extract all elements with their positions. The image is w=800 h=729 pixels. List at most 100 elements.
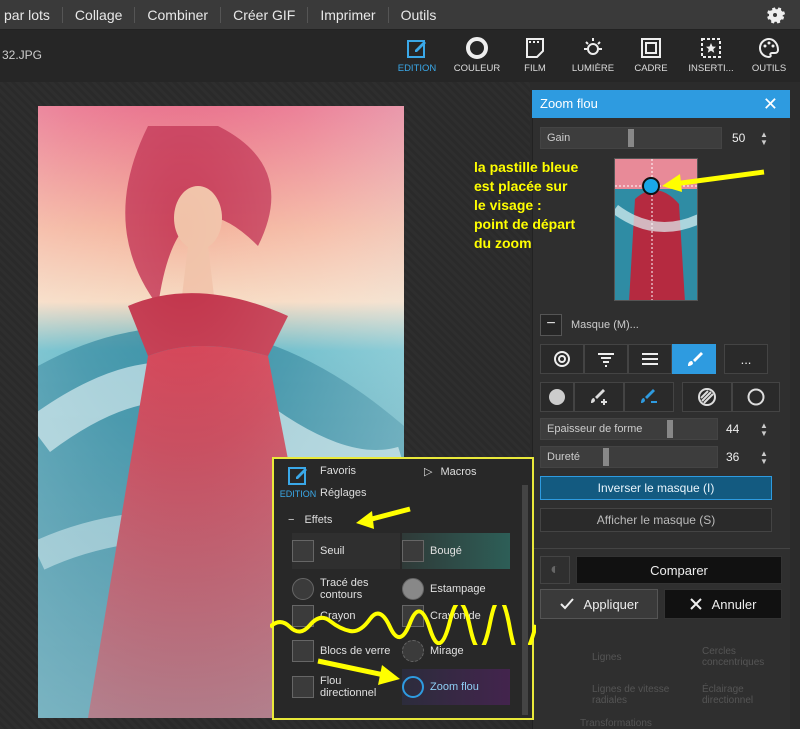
tool-outils[interactable]: OUTILS: [738, 34, 800, 80]
tool-label: INSERTI...: [688, 63, 734, 74]
compare-toggle-icon[interactable]: ◐: [540, 556, 570, 584]
gear-icon[interactable]: [764, 4, 786, 26]
thickness-spinner-icon[interactable]: ▲ ▼: [760, 422, 768, 438]
effects-popup: EDITION Favoris ▷ Macros Réglages − Effets…: [270, 457, 536, 720]
annotation-line: la pastille bleue: [474, 159, 579, 175]
menu-print[interactable]: Imprimer: [308, 6, 389, 23]
bg-item-directional-light: Éclairage directionnel: [702, 684, 754, 706]
effects-section-header[interactable]: − Effets: [288, 514, 332, 526]
gain-knob[interactable]: [628, 129, 634, 147]
thickness-slider[interactable]: Epaisseur de forme: [540, 418, 718, 440]
more-options-button[interactable]: ...: [724, 344, 768, 374]
hatch-mask-button[interactable]: [682, 382, 732, 412]
menu-combine[interactable]: Combiner: [135, 6, 222, 23]
annotation-arrow-icon: [317, 658, 400, 685]
tool-label: EDITION: [397, 63, 437, 74]
frame-icon: [641, 38, 661, 58]
annotation-line: du zoom: [474, 235, 532, 251]
emboss-icon: [402, 578, 424, 600]
cancel-button[interactable]: Annuler: [664, 589, 782, 619]
tool-edition[interactable]: EDITION: [386, 34, 448, 80]
hardness-label: Dureté: [547, 451, 581, 463]
brush-add-icon: [591, 389, 607, 405]
effect-zoom-blur[interactable]: Zoom flou: [402, 669, 510, 705]
favorites-item[interactable]: Favoris: [320, 465, 356, 477]
effect-shake[interactable]: Bougé: [402, 533, 510, 569]
fill-mask-button[interactable]: [540, 382, 574, 412]
tool-film[interactable]: FILM: [504, 34, 566, 80]
shake-icon: [402, 540, 424, 562]
insert-star-icon: [701, 38, 721, 58]
effect-label: Mirage: [430, 645, 464, 657]
empty-circle-icon: [747, 388, 765, 406]
tool-label: COULEUR: [453, 63, 501, 74]
settings-item[interactable]: Réglages: [320, 487, 366, 499]
edition-label: EDITION: [279, 489, 317, 499]
lines-icon: [642, 353, 658, 365]
hardness-slider[interactable]: Dureté: [540, 446, 718, 468]
macros-label: Macros: [440, 466, 477, 478]
apply-button[interactable]: Appliquer: [540, 589, 658, 619]
add-brush-button[interactable]: [574, 382, 624, 412]
mask-collapse-button[interactable]: −: [540, 314, 562, 336]
annotation-text: la pastille bleue est placée sur le visa…: [474, 158, 578, 253]
edition-tab[interactable]: EDITION: [276, 463, 320, 499]
effect-threshold[interactable]: Seuil: [292, 533, 400, 569]
show-mask-button[interactable]: Afficher le masque (S): [540, 508, 772, 532]
gradient-mask-button[interactable]: [584, 344, 628, 374]
menu-batch[interactable]: par lots: [0, 6, 63, 23]
menu-create-gif[interactable]: Créer GIF: [221, 6, 309, 23]
clear-mask-button[interactable]: [732, 382, 780, 412]
hardness-value[interactable]: 36: [722, 446, 764, 468]
color-circle-icon: [466, 37, 488, 59]
invert-mask-button[interactable]: Inverser le masque (I): [540, 476, 772, 500]
sun-icon: [584, 38, 602, 55]
popup-scrollbar[interactable]: [522, 485, 528, 715]
annotation-arrow-icon: [662, 169, 765, 192]
apply-label: Appliquer: [583, 596, 639, 612]
zoom-center-handle[interactable]: [642, 177, 660, 195]
checkmark-icon: [559, 598, 574, 610]
panel-divider: [532, 548, 790, 549]
tool-couleur[interactable]: COULEUR: [446, 34, 508, 80]
filled-circle-icon: [549, 389, 565, 405]
menu-collage[interactable]: Collage: [63, 6, 136, 23]
linear-mask-button[interactable]: [628, 344, 672, 374]
menu-tools[interactable]: Outils: [389, 7, 449, 23]
tool-cadre[interactable]: CADRE: [620, 34, 682, 80]
panel-title-bar: Zoom flou ✕: [532, 90, 790, 118]
gain-slider[interactable]: Gain: [540, 127, 722, 149]
hardness-spinner-icon[interactable]: ▲ ▼: [760, 450, 768, 466]
annotation-line: est placée sur: [474, 178, 568, 194]
file-name: 32.JPG: [2, 48, 43, 62]
effect-emboss[interactable]: Estampage: [402, 571, 510, 607]
compare-button[interactable]: Comparer: [576, 556, 782, 584]
thickness-label: Epaisseur de forme: [547, 423, 643, 435]
top-menu: par lots Collage Combiner Créer GIF Impr…: [0, 0, 800, 30]
collapse-icon: −: [288, 514, 295, 526]
close-icon[interactable]: ✕: [763, 94, 778, 115]
brush-mask-button[interactable]: [672, 344, 716, 374]
edit-icon: [407, 40, 426, 58]
film-icon: [526, 38, 544, 58]
thickness-value[interactable]: 44: [722, 418, 764, 440]
effect-mirage[interactable]: Mirage: [402, 633, 510, 669]
radial-mask-button[interactable]: [540, 344, 584, 374]
directional-blur-icon: [292, 676, 314, 698]
threshold-icon: [292, 540, 314, 562]
erase-brush-button[interactable]: [624, 382, 674, 412]
tool-insertion[interactable]: INSERTI...: [680, 34, 742, 80]
gain-label: Gain: [547, 132, 571, 144]
tool-lumiere[interactable]: LUMIÈRE: [562, 34, 624, 80]
panel-title: Zoom flou: [540, 96, 598, 111]
gain-spinner-icon[interactable]: ▲ ▼: [760, 131, 768, 147]
annotation-line: point de départ: [474, 216, 576, 232]
bg-item-lines: Lignes: [592, 652, 622, 663]
effect-label: Zoom flou: [430, 681, 479, 693]
macros-item[interactable]: ▷ Macros: [424, 465, 477, 478]
thickness-knob[interactable]: [667, 420, 673, 438]
hardness-knob[interactable]: [603, 448, 609, 466]
effect-label: Tracé des contours: [320, 577, 369, 601]
effect-label: Estampage: [430, 583, 486, 595]
effect-contours[interactable]: Tracé des contours: [292, 571, 400, 607]
